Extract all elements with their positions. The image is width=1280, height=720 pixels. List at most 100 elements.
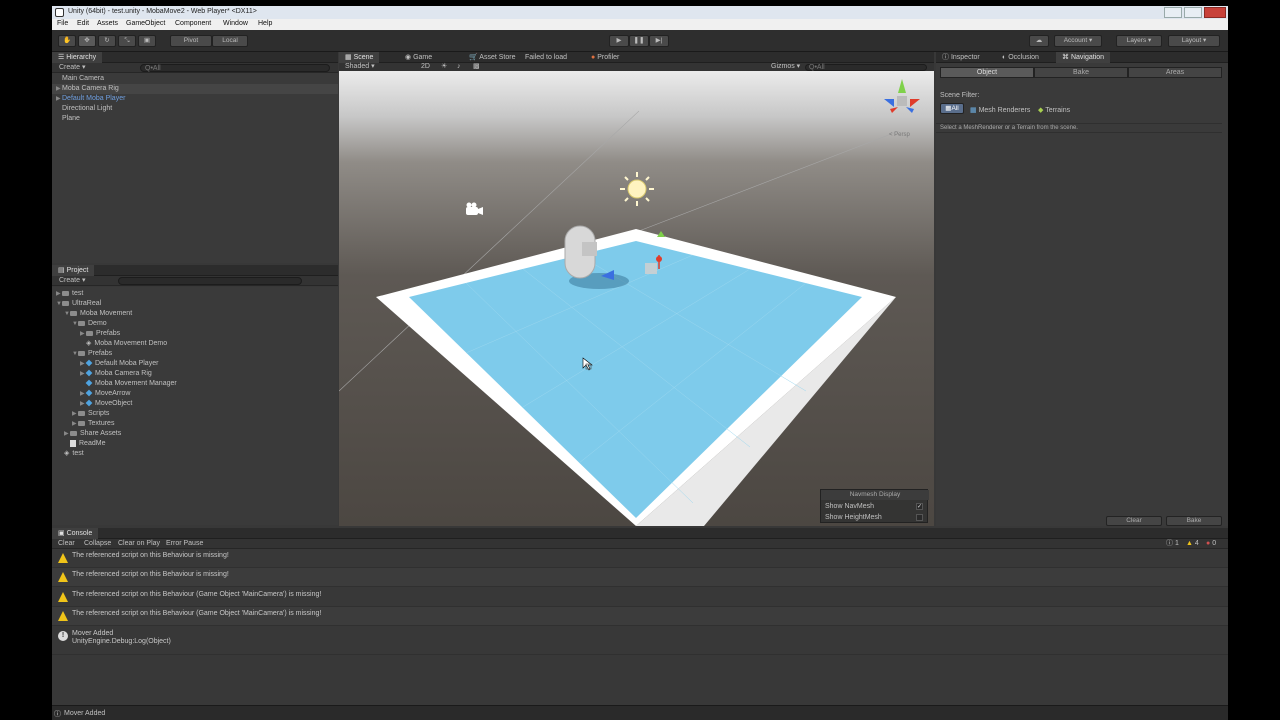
fold-arrow-icon[interactable]: ▶: [80, 390, 86, 399]
audio-toggle-icon[interactable]: ♪: [457, 62, 461, 71]
project-item[interactable]: ▶ Share Assets: [64, 429, 121, 439]
project-search-input[interactable]: [118, 277, 302, 285]
hierarchy-item[interactable]: ▶Moba Camera Rig: [56, 84, 119, 94]
filter-terrains-button[interactable]: ◆ Terrains: [1038, 106, 1070, 115]
console-error-pause-button[interactable]: Error Pause: [166, 539, 203, 548]
move-tool-icon[interactable]: ✥: [78, 35, 96, 47]
menu-help[interactable]: Help: [258, 20, 272, 27]
menu-window[interactable]: Window: [223, 20, 248, 27]
hierarchy-search-input[interactable]: Q•All: [140, 64, 330, 72]
project-item[interactable]: ▶ Default Moba Player: [80, 359, 158, 369]
menu-gameobject[interactable]: GameObject: [126, 20, 165, 27]
fold-arrow-icon[interactable]: ▶: [80, 370, 86, 379]
fold-arrow-icon[interactable]: ▶: [80, 360, 86, 369]
move-gizmo-green-icon[interactable]: [657, 231, 665, 237]
project-create-button[interactable]: Create ▾: [59, 276, 85, 285]
project-item[interactable]: ▼ Demo: [72, 319, 107, 329]
nav-tab-bake[interactable]: Bake: [1034, 67, 1128, 78]
nav-tab-object[interactable]: Object: [940, 67, 1034, 78]
console-row[interactable]: The referenced script on this Behaviour …: [52, 588, 1228, 607]
nav-bake-button[interactable]: Bake: [1166, 516, 1222, 526]
scale-tool-icon[interactable]: ⤡: [118, 35, 136, 47]
tab-occlusion[interactable]: ◐ Occlusion: [996, 52, 1045, 63]
filter-all-button[interactable]: ▦All: [940, 103, 964, 114]
project-item[interactable]: ▶ Scripts: [72, 409, 109, 419]
shaded-dropdown[interactable]: Shaded ▾: [345, 62, 375, 71]
camera-gizmo-icon[interactable]: [466, 202, 483, 216]
rotate-tool-icon[interactable]: ↻: [98, 35, 116, 47]
console-clear-button[interactable]: Clear: [58, 539, 75, 548]
console-row[interactable]: ! Mover Added UnityEngine.Debug:Log(Obje…: [52, 627, 1228, 655]
tab-game[interactable]: ◉ Game: [399, 52, 438, 63]
hand-tool-icon[interactable]: ✋: [58, 35, 76, 47]
cloud-icon[interactable]: ☁: [1029, 35, 1049, 47]
menu-component[interactable]: Component: [175, 20, 211, 27]
project-item[interactable]: ▼ Prefabs: [72, 349, 112, 359]
tab-inspector[interactable]: ⓘ Inspector: [936, 52, 986, 63]
layers-dropdown[interactable]: Layers ▾: [1116, 35, 1162, 47]
project-item[interactable]: ▶ MoveObject: [80, 399, 132, 409]
hierarchy-item[interactable]: ▶Default Moba Player: [56, 94, 125, 104]
project-item[interactable]: Moba Movement Manager: [80, 379, 177, 388]
project-item[interactable]: ▶ test: [56, 289, 83, 299]
hierarchy-item[interactable]: Main Camera: [62, 74, 104, 83]
hierarchy-item[interactable]: Directional Light: [62, 104, 112, 113]
play-button[interactable]: ▶: [609, 35, 629, 47]
persp-label[interactable]: < Persp: [889, 132, 911, 138]
scene-orientation-gizmo[interactable]: [884, 79, 920, 113]
2d-toggle[interactable]: 2D: [421, 62, 430, 71]
console-row[interactable]: The referenced script on this Behaviour …: [52, 607, 1228, 626]
tab-console[interactable]: ▣ Console: [52, 528, 99, 539]
scene-view[interactable]: < Persp Navmesh Display Show NavMesh ✓ S…: [339, 71, 934, 526]
nav-clear-button[interactable]: Clear: [1106, 516, 1162, 526]
project-item[interactable]: ▶ Textures: [72, 419, 114, 429]
console-warn-count[interactable]: ▲ 4: [1186, 539, 1199, 548]
move-gizmo-plane[interactable]: [645, 263, 657, 274]
pivot-toggle[interactable]: Pivot: [170, 35, 212, 47]
show-navmesh-checkbox[interactable]: ✓: [916, 503, 923, 510]
nav-tab-areas[interactable]: Areas: [1128, 67, 1222, 78]
console-error-count[interactable]: ● 0: [1206, 539, 1216, 548]
maximize-button[interactable]: [1184, 7, 1202, 18]
layout-dropdown[interactable]: Layout ▾: [1168, 35, 1220, 47]
project-item[interactable]: ◈ Moba Movement Demo: [86, 339, 167, 348]
console-clear-on-play-button[interactable]: Clear on Play: [118, 539, 160, 548]
rect-tool-icon[interactable]: ▣: [138, 35, 156, 47]
menu-assets[interactable]: Assets: [97, 20, 118, 27]
tab-project[interactable]: ▤ Project: [52, 265, 95, 276]
filter-mesh-renderers-button[interactable]: ▦ Mesh Renderers: [970, 106, 1030, 115]
status-message[interactable]: Mover Added: [64, 709, 105, 718]
hierarchy-create-button[interactable]: Create ▾: [59, 63, 85, 72]
hierarchy-item[interactable]: Plane: [62, 114, 80, 123]
console-info-count[interactable]: ⓘ 1: [1166, 539, 1179, 548]
project-item[interactable]: ReadMe: [70, 439, 105, 448]
fold-arrow-icon[interactable]: ▶: [80, 400, 86, 409]
move-gizmo-red-icon[interactable]: [656, 256, 662, 262]
minimize-button[interactable]: [1164, 7, 1182, 18]
project-item[interactable]: ▼ Moba Movement: [64, 309, 132, 319]
local-toggle[interactable]: Local: [212, 35, 248, 47]
tab-asset-store[interactable]: 🛒 Asset Store: [463, 52, 521, 63]
step-button[interactable]: ▶|: [649, 35, 669, 47]
console-collapse-button[interactable]: Collapse: [84, 539, 111, 548]
account-dropdown[interactable]: Account ▾: [1054, 35, 1102, 47]
show-heightmesh-checkbox[interactable]: [916, 514, 923, 521]
project-item[interactable]: ▶ Moba Camera Rig: [80, 369, 152, 379]
project-item[interactable]: ◈ test: [64, 449, 84, 458]
project-item[interactable]: ▶ MoveArrow: [80, 389, 130, 399]
tab-profiler[interactable]: ● Profiler: [585, 52, 625, 63]
tab-navigation[interactable]: ⌘ Navigation: [1056, 52, 1111, 63]
close-button[interactable]: [1204, 7, 1226, 18]
menu-edit[interactable]: Edit: [77, 20, 89, 27]
menu-file[interactable]: File: [57, 20, 68, 27]
scene-search-input[interactable]: Q•All: [805, 64, 927, 71]
lighting-toggle-icon[interactable]: ☀: [441, 62, 447, 71]
pause-button[interactable]: ❚❚: [629, 35, 649, 47]
directional-light-icon[interactable]: [620, 172, 654, 206]
project-item[interactable]: ▼ UltraReal: [56, 299, 101, 309]
effects-toggle-icon[interactable]: ▩: [473, 62, 480, 71]
gizmos-dropdown[interactable]: Gizmos ▾: [771, 62, 800, 71]
project-item[interactable]: ▶ Prefabs: [80, 329, 120, 339]
tab-hierarchy[interactable]: ☰ Hierarchy: [52, 52, 103, 63]
console-row[interactable]: The referenced script on this Behaviour …: [52, 568, 1228, 587]
